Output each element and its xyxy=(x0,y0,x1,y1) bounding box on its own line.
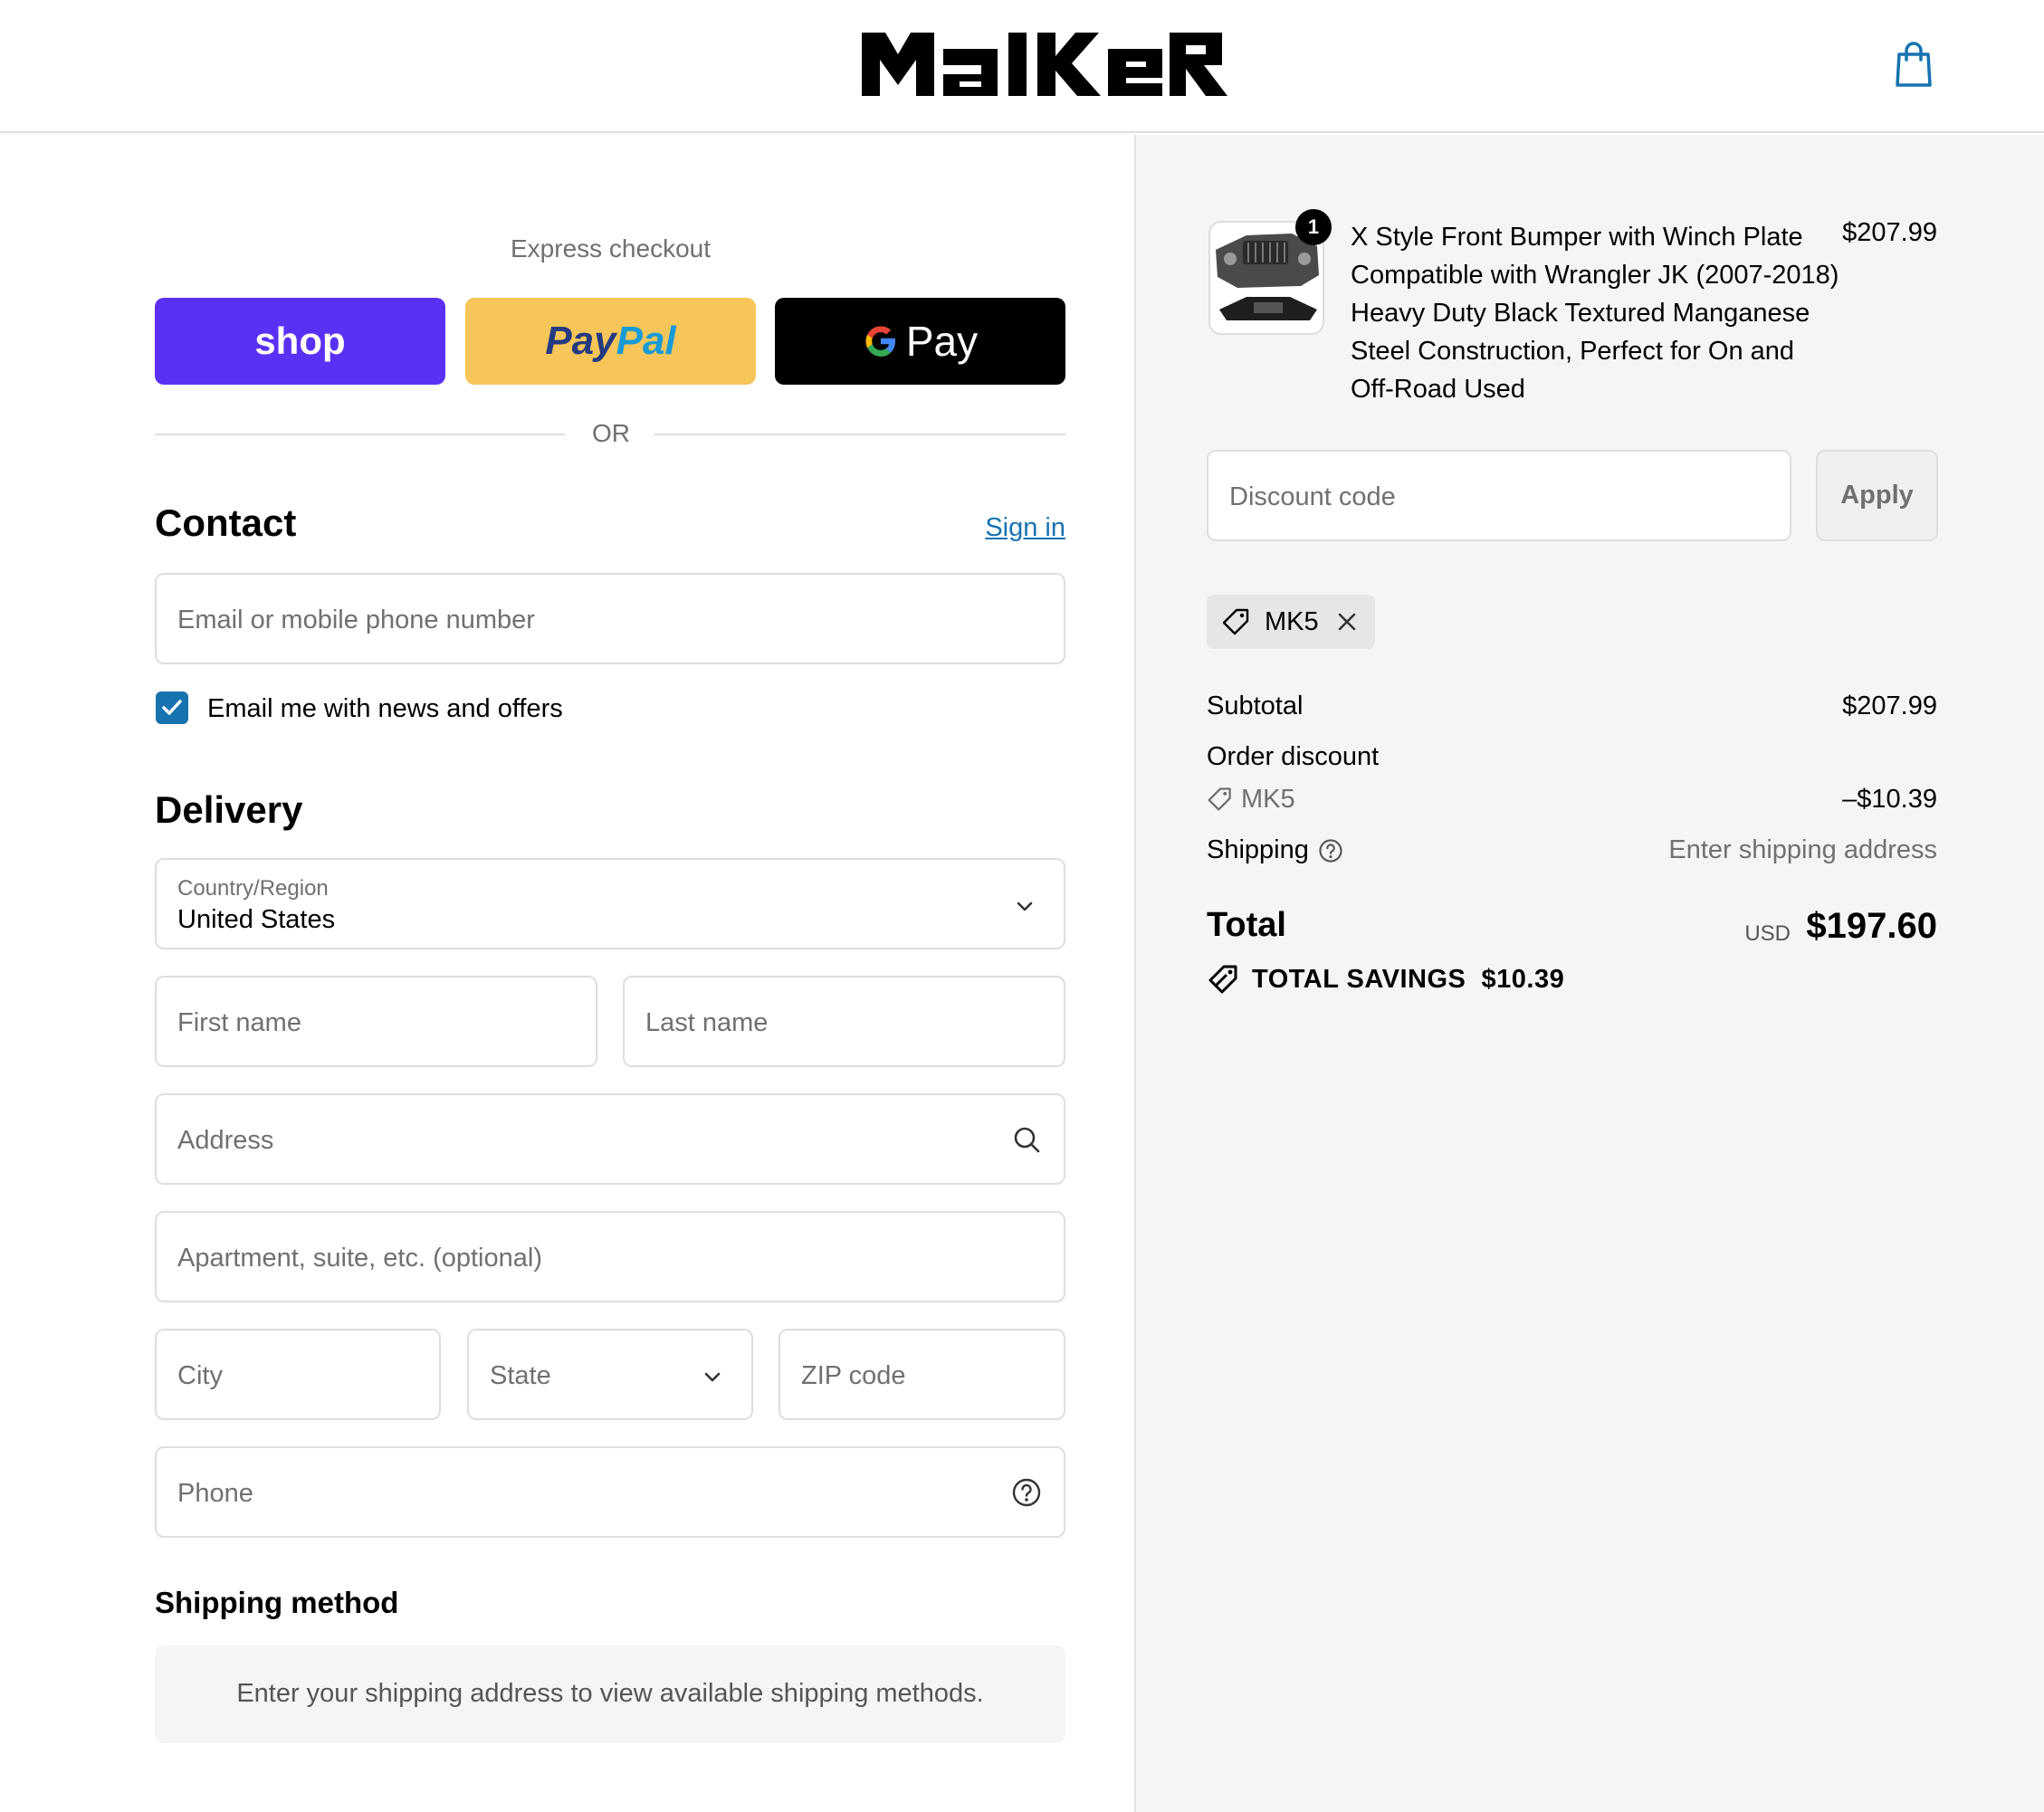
apartment-field[interactable]: Apartment, suite, etc. (optional) xyxy=(155,1211,1065,1302)
header xyxy=(0,0,2044,133)
help-circle-icon[interactable] xyxy=(1318,838,1343,863)
last-name-placeholder: Last name xyxy=(645,1008,769,1037)
first-name-placeholder: First name xyxy=(177,1008,301,1037)
order-discount-label: Order discount xyxy=(1207,742,1380,771)
currency-label: USD xyxy=(1744,921,1791,946)
apply-discount-button[interactable]: Apply xyxy=(1816,450,1938,541)
subtotal-value: $207.99 xyxy=(1842,691,1937,720)
google-g-icon xyxy=(865,326,895,357)
or-divider-left xyxy=(155,434,565,435)
applied-code-label: MK5 xyxy=(1265,607,1319,636)
zip-placeholder: ZIP code xyxy=(801,1361,906,1390)
savings-value: $10.39 xyxy=(1481,965,1565,994)
help-circle-icon[interactable] xyxy=(1011,1477,1042,1508)
product-price: $207.99 xyxy=(1842,218,1937,247)
country-label: Country/Region xyxy=(177,876,329,901)
checkmark-icon xyxy=(162,700,182,715)
total-label: Total xyxy=(1207,906,1286,944)
newsletter-checkbox[interactable] xyxy=(156,691,188,724)
email-placeholder: Email or mobile phone number xyxy=(177,606,535,634)
total-savings: TOTAL SAVINGS $10.39 xyxy=(1252,965,1564,995)
delivery-heading: Delivery xyxy=(155,788,303,831)
shipping-value: Enter shipping address xyxy=(1668,835,1937,864)
subtotal-label: Subtotal xyxy=(1207,691,1304,720)
paypal-button[interactable]: Pay Pal xyxy=(465,298,756,385)
shop-pay-button[interactable]: shop xyxy=(155,298,445,385)
paypal-label-part1: Pay xyxy=(545,319,616,363)
applied-discount-chip: MK5 xyxy=(1207,595,1375,649)
shipping-method-notice: Enter your shipping address to view avai… xyxy=(155,1645,1065,1743)
discount-value: –$10.39 xyxy=(1842,785,1937,814)
discount-code-input[interactable]: Discount code xyxy=(1207,450,1791,541)
google-pay-label: Pay xyxy=(905,318,979,365)
product-title: X Style Front Bumper with Winch Plate Co… xyxy=(1351,223,1839,404)
first-name-field[interactable]: First name xyxy=(155,976,597,1067)
total-value: $197.60 xyxy=(1806,906,1937,946)
country-select[interactable]: Country/Region United States xyxy=(155,858,1065,949)
discount-code-label: MK5 xyxy=(1241,785,1295,814)
contact-heading: Contact xyxy=(155,501,297,544)
savings-label: TOTAL SAVINGS xyxy=(1252,965,1466,994)
city-field[interactable]: City xyxy=(155,1329,441,1420)
order-summary: 1 X Style Front Bumper with Winch Plate … xyxy=(1134,135,2044,1812)
apartment-placeholder: Apartment, suite, etc. (optional) xyxy=(177,1244,542,1273)
phone-placeholder: Phone xyxy=(177,1479,253,1508)
state-placeholder: State xyxy=(490,1361,551,1390)
discount-code-placeholder: Discount code xyxy=(1229,482,1396,511)
shop-pay-label: shop xyxy=(254,319,346,362)
city-placeholder: City xyxy=(177,1361,223,1390)
address-field[interactable]: Address xyxy=(155,1093,1065,1185)
chevron-down-icon xyxy=(1017,901,1033,911)
express-checkout-title: Express checkout xyxy=(511,234,711,262)
google-pay-button[interactable]: Pay xyxy=(775,298,1065,385)
phone-field[interactable]: Phone xyxy=(155,1446,1065,1538)
checkout-form: Express checkout shop Pay Pal Pay OR Cont… xyxy=(0,135,1134,1812)
or-label: OR xyxy=(592,419,630,447)
quantity-badge: 1 xyxy=(1295,209,1332,245)
zip-field[interactable]: ZIP code xyxy=(778,1329,1065,1420)
savings-tag-icon xyxy=(1208,965,1237,994)
tag-icon xyxy=(1208,787,1231,811)
state-select[interactable]: State xyxy=(467,1329,753,1420)
shipping-label: Shipping xyxy=(1207,835,1309,864)
maiker-logo[interactable] xyxy=(862,29,1227,96)
address-placeholder: Address xyxy=(177,1126,274,1155)
last-name-field[interactable]: Last name xyxy=(623,976,1065,1067)
shipping-method-message: Enter your shipping address to view avai… xyxy=(236,1679,984,1708)
shipping-method-heading: Shipping method xyxy=(155,1586,399,1619)
tag-icon xyxy=(1222,608,1249,635)
close-icon[interactable] xyxy=(1333,608,1361,635)
paypal-label-part2: Pal xyxy=(616,319,676,363)
newsletter-label: Email me with news and offers xyxy=(207,694,563,723)
or-divider-right xyxy=(654,434,1065,435)
email-field[interactable]: Email or mobile phone number xyxy=(155,573,1065,664)
sign-in-link[interactable]: Sign in xyxy=(985,513,1065,543)
country-value: United States xyxy=(177,905,336,934)
shopping-bag-icon[interactable] xyxy=(1892,40,1935,89)
search-icon[interactable] xyxy=(1011,1124,1042,1155)
chevron-down-icon xyxy=(704,1372,721,1382)
